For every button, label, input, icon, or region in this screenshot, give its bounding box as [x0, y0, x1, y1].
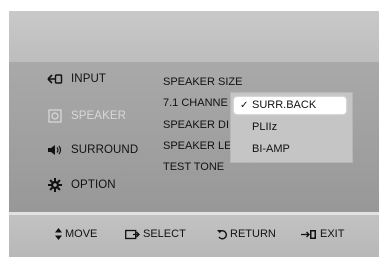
- check-icon: ✓: [240, 100, 249, 111]
- option-label: BI-AMP: [252, 143, 290, 155]
- title-bar: [9, 11, 379, 62]
- sidebar-item-input[interactable]: INPUT: [47, 69, 106, 89]
- menu-item-speaker-level[interactable]: SPEAKER LE: [163, 139, 231, 153]
- menu-item-speaker-distance[interactable]: SPEAKER DI: [163, 118, 229, 132]
- up-down-arrows-icon: [55, 228, 62, 240]
- option-label: SURR.BACK: [252, 99, 317, 111]
- hint-label: EXIT: [320, 228, 345, 240]
- enter-icon: [125, 229, 140, 240]
- hint-exit: EXIT: [301, 228, 344, 240]
- settings-screen: INPUT SPEAKER SURROUND OPTION SPEAKER SI…: [9, 11, 379, 257]
- dropdown-option-surr-back[interactable]: ✓ SURR.BACK: [234, 97, 346, 114]
- exit-icon: [301, 229, 317, 240]
- sidebar-item-option[interactable]: OPTION: [47, 175, 116, 195]
- hint-select: SELECT: [125, 228, 186, 240]
- dropdown-option-pliiz[interactable]: PLIIz: [234, 119, 346, 136]
- menu-item-speaker-size[interactable]: SPEAKER SIZE: [163, 75, 242, 89]
- channel-mode-dropdown: ✓ SURR.BACK PLIIz BI-AMP: [230, 92, 353, 163]
- sidebar-item-surround[interactable]: SURROUND: [47, 140, 138, 160]
- menu-item-test-tone[interactable]: TEST TONE: [163, 160, 224, 174]
- menu-item-7-1-channel[interactable]: 7.1 CHANNE: [163, 96, 228, 110]
- dropdown-option-bi-amp[interactable]: BI-AMP: [234, 141, 346, 158]
- surround-speaker-icon: [47, 143, 63, 157]
- return-icon: [217, 229, 227, 240]
- gear-icon: [47, 178, 63, 192]
- sidebar-item-speaker[interactable]: SPEAKER: [47, 106, 126, 126]
- input-icon: [47, 72, 63, 86]
- hint-label: MOVE: [65, 228, 98, 240]
- sidebar-item-label: INPUT: [71, 73, 106, 85]
- hint-move: MOVE: [55, 228, 97, 240]
- sidebar-item-label: SPEAKER: [71, 110, 127, 122]
- sidebar-item-label: OPTION: [71, 179, 116, 191]
- hint-return: RETURN: [217, 228, 276, 240]
- hint-label: SELECT: [143, 228, 186, 240]
- sidebar-item-label: SURROUND: [71, 144, 139, 156]
- hint-label: RETURN: [230, 228, 276, 240]
- option-label: PLIIz: [252, 121, 278, 133]
- speaker-settings-icon: [47, 109, 63, 123]
